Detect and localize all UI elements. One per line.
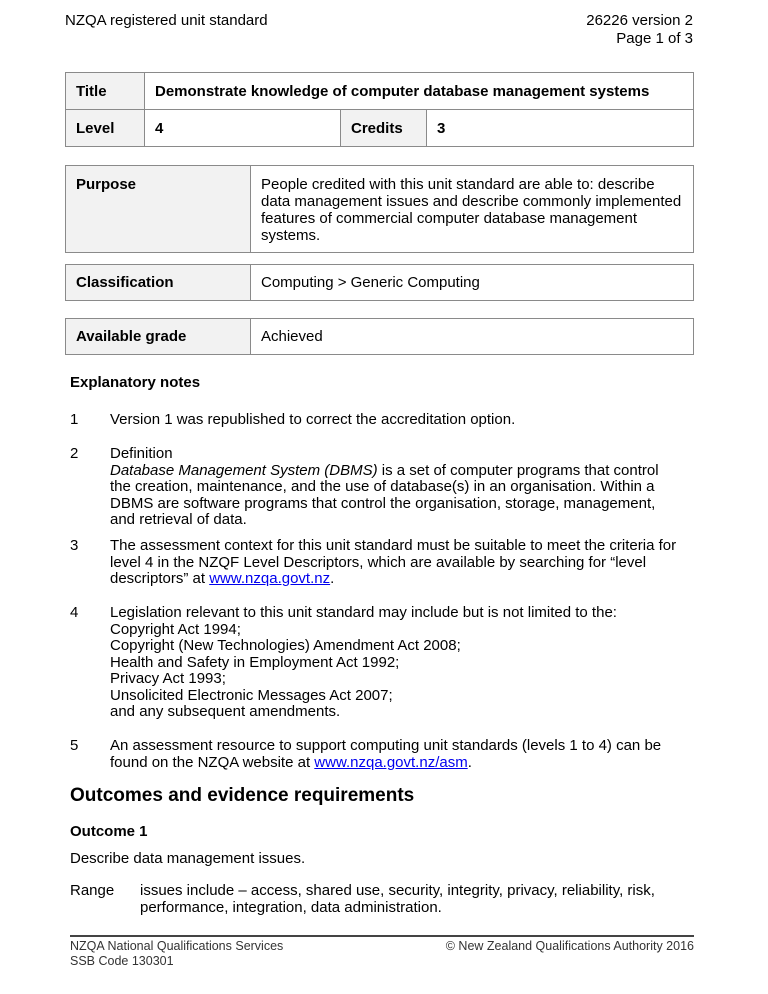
legislation-item: Health and Safety in Employment Act 1992…	[110, 653, 400, 671]
note-text: Version 1 was republished to correct the…	[110, 411, 516, 428]
nzqa-asm-link[interactable]: www.nzqa.govt.nz/asm	[314, 754, 467, 771]
grade-label: Available grade	[65, 318, 251, 355]
purpose-label: Purpose	[65, 165, 251, 253]
note-text-fragment: is a set of computer programs that contr…	[377, 461, 659, 479]
outcome-1-text: Describe data management issues.	[70, 850, 306, 867]
level-row: Level 4 Credits 3	[65, 109, 694, 147]
note-text: the creation, maintenance, and the use o…	[110, 478, 655, 495]
explanatory-notes-heading: Explanatory notes	[70, 374, 201, 391]
note-text: and retrieval of data.	[110, 511, 247, 528]
range-text: performance, integration, data administr…	[140, 898, 442, 916]
purpose-value: People credited with this unit standard …	[250, 165, 694, 253]
note-5: 5 An assessment resource to support comp…	[70, 737, 700, 772]
note-text-fragment: descriptors” at	[110, 570, 210, 587]
footer-divider	[70, 935, 694, 937]
outcomes-heading: Outcomes and evidence requirements	[70, 785, 415, 806]
title-label: Title	[65, 72, 145, 110]
range-block: Range issues include – access, shared us…	[70, 882, 710, 916]
range-label: Range	[70, 882, 115, 899]
note-text: and any subsequent amendments.	[110, 703, 341, 720]
title-row: Title Demonstrate knowledge of computer …	[65, 72, 694, 110]
purpose-table: Purpose People credited with this unit s…	[65, 165, 694, 253]
title-value: Demonstrate knowledge of computer databa…	[144, 72, 694, 110]
level-value: 4	[144, 109, 341, 147]
classification-table: Classification Computing > Generic Compu…	[65, 264, 694, 301]
note-number: 2	[70, 445, 79, 462]
purpose-line: features of commercial computer database…	[261, 210, 638, 227]
note-text-fragment: found on the NZQA website at	[110, 753, 315, 771]
version-number: 26226 version 2	[586, 12, 693, 29]
note-number: 3	[70, 537, 79, 554]
note-number: 4	[70, 604, 79, 621]
note-text: Database Management System (DBMS) is a s…	[110, 461, 700, 480]
note-text: found on the NZQA website at www.nzqa.go…	[110, 753, 700, 772]
footer-ssb-code: SSB Code 130301	[70, 954, 174, 968]
nzqa-website-link[interactable]: www.nzqa.govt.nz	[209, 570, 330, 587]
legislation-item: Privacy Act 1993;	[110, 670, 226, 687]
footer-left: NZQA National Qualifications Services SS…	[70, 939, 283, 969]
page-header: NZQA registered unit standard 26226 vers…	[65, 12, 693, 52]
legislation-item: Copyright Act 1994;	[110, 620, 241, 638]
classification-label: Classification	[65, 264, 251, 301]
level-label: Level	[65, 109, 145, 147]
purpose-line: People credited with this unit standard …	[261, 176, 655, 193]
note-number: 1	[70, 411, 79, 428]
grade-value: Achieved	[250, 318, 694, 355]
note-text: Legislation relevant to this unit standa…	[110, 604, 617, 621]
credits-label: Credits	[340, 109, 427, 147]
purpose-line: systems.	[261, 227, 321, 244]
footer-copyright: © New Zealand Qualifications Authority 2…	[445, 939, 694, 953]
range-text: issues include – access, shared use, sec…	[140, 882, 655, 899]
classification-value: Computing > Generic Computing	[250, 264, 694, 301]
note-3: 3 The assessment context for this unit s…	[70, 537, 700, 588]
note-number: 5	[70, 737, 79, 754]
page-number: Page 1 of 3	[616, 30, 693, 47]
note-text: An assessment resource to support comput…	[110, 737, 662, 754]
credits-value: 3	[426, 109, 694, 147]
title-level-table: Title Demonstrate knowledge of computer …	[65, 72, 694, 147]
note-4: 4 Legislation relevant to this unit stan…	[70, 604, 700, 721]
note-text-fragment: .	[467, 753, 472, 771]
outcome-1-heading: Outcome 1	[70, 823, 148, 840]
note-text: descriptors” at www.nzqa.govt.nz.	[110, 570, 700, 588]
legislation-item: Unsolicited Electronic Messages Act 2007…	[110, 686, 393, 704]
note-text: The assessment context for this unit sta…	[110, 537, 677, 554]
note-1: 1 Version 1 was republished to correct t…	[70, 411, 700, 429]
note-text-fragment: .	[330, 570, 335, 587]
legislation-item: Copyright (New Technologies) Amendment A…	[110, 637, 461, 654]
note-2: 2 Definition Database Management System …	[70, 445, 700, 529]
grade-table: Available grade Achieved	[65, 318, 694, 355]
note-text: level 4 in the NZQF Level Descriptors, w…	[110, 553, 647, 571]
purpose-line: data management issues and describe comm…	[261, 193, 682, 210]
footer-organisation: NZQA National Qualifications Services	[70, 939, 284, 953]
note-text: DBMS are software programs that control …	[110, 494, 656, 512]
document-type: NZQA registered unit standard	[65, 12, 268, 29]
note-text: Definition	[110, 445, 173, 462]
version-page-info: 26226 version 2 Page 1 of 3	[586, 12, 693, 48]
defined-term: Database Management System (DBMS)	[110, 461, 378, 479]
